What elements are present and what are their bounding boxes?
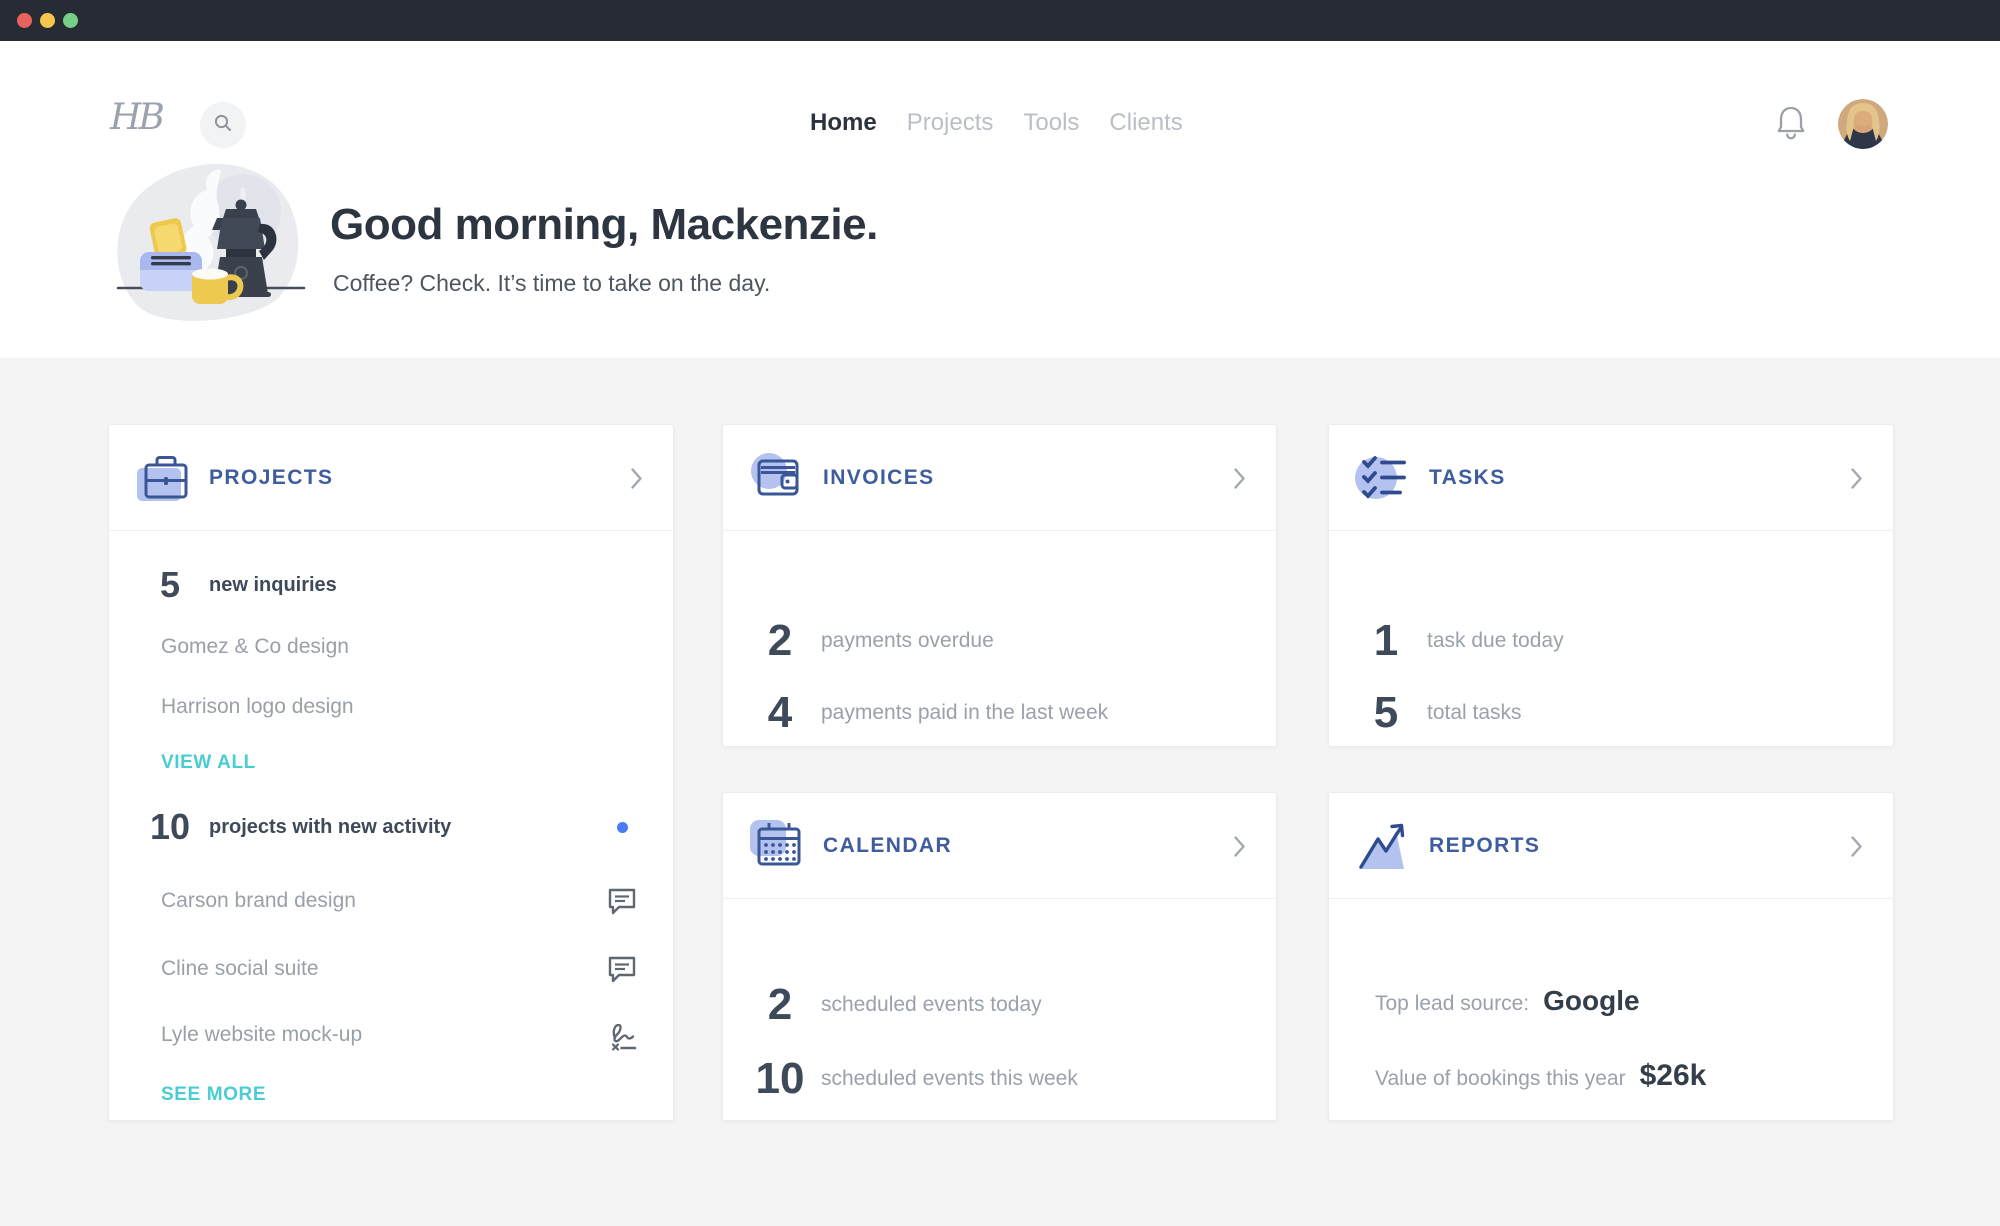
- stat-label: scheduled events today: [821, 981, 1042, 1029]
- stat-label: payments overdue: [821, 617, 994, 665]
- nav-item-home[interactable]: Home: [810, 109, 877, 137]
- projects-card: PROJECTS 5 new inquiries Gomez & Co desi…: [108, 424, 674, 1121]
- chevron-right-icon[interactable]: [1233, 835, 1246, 863]
- report-label: Top lead source:: [1375, 992, 1529, 1016]
- tasks-card: TASKS 1 task due today 5 total tasks: [1328, 424, 1894, 747]
- inquiry-project-name[interactable]: Gomez & Co design: [161, 627, 349, 667]
- greeting-title: Good morning, Mackenzie.: [330, 200, 878, 250]
- main-nav: Home Projects Tools Clients: [810, 109, 1183, 137]
- new-inquiries-stat: 5 new inquiries: [109, 565, 673, 605]
- chevron-right-icon[interactable]: [630, 467, 643, 495]
- greeting-subtitle: Coffee? Check. It’s time to take on the …: [333, 270, 770, 297]
- invoices-stat-row: 2 payments overdue: [723, 617, 1276, 665]
- dashboard-page: HB Home Projects Tools Clients: [0, 0, 2000, 1226]
- minimize-window-button[interactable]: [40, 13, 55, 28]
- new-activity-dot: [617, 822, 628, 833]
- activity-stat: 10 projects with new activity: [109, 807, 673, 847]
- activity-count: 10: [139, 807, 201, 847]
- invoices-card: INVOICES 2 payments overdue 4 payments p…: [722, 424, 1277, 747]
- invoices-stat-row: 4 payments paid in the last week: [723, 689, 1276, 737]
- honeybook-logo[interactable]: HB: [110, 97, 162, 138]
- reports-card-header[interactable]: REPORTS: [1329, 793, 1893, 899]
- tasks-stat-row: 5 total tasks: [1329, 689, 1893, 737]
- signature-icon: [607, 1021, 639, 1058]
- calendar-stat-row: 2 scheduled events today: [723, 981, 1276, 1029]
- nav-item-projects[interactable]: Projects: [907, 109, 994, 137]
- tasks-card-title: TASKS: [1429, 425, 1506, 531]
- stat-count: 2: [747, 618, 813, 664]
- chevron-right-icon[interactable]: [1850, 835, 1863, 863]
- zoom-window-button[interactable]: [63, 13, 78, 28]
- invoices-card-header[interactable]: INVOICES: [723, 425, 1276, 531]
- activity-project-name[interactable]: Cline social suite: [161, 949, 319, 989]
- stat-count: 5: [1353, 690, 1419, 736]
- nav-item-tools[interactable]: Tools: [1023, 109, 1079, 137]
- report-value: Google: [1543, 985, 1639, 1017]
- stat-label: payments paid in the last week: [821, 689, 1108, 737]
- reports-card-title: REPORTS: [1429, 793, 1540, 899]
- inquiries-label: new inquiries: [209, 565, 337, 605]
- reports-stat-row: Value of bookings this year $26k: [1375, 1059, 1706, 1103]
- calendar-card: CALENDAR 2 scheduled events today 10 sch…: [722, 792, 1277, 1121]
- inquiries-count: 5: [139, 565, 201, 605]
- inquiry-project-name[interactable]: Harrison logo design: [161, 687, 354, 727]
- calendar-card-header[interactable]: CALENDAR: [723, 793, 1276, 899]
- coffee-illustration: [108, 146, 313, 337]
- search-icon: [213, 113, 233, 138]
- comment-icon: [607, 887, 637, 920]
- activity-project-name[interactable]: Lyle website mock-up: [161, 1015, 362, 1055]
- report-value: $26k: [1640, 1059, 1707, 1093]
- chevron-right-icon[interactable]: [1850, 467, 1863, 495]
- activity-label: projects with new activity: [209, 807, 451, 847]
- close-window-button[interactable]: [17, 13, 32, 28]
- nav-item-clients[interactable]: Clients: [1109, 109, 1182, 137]
- see-more-row: SEE MORE: [109, 1075, 673, 1115]
- comment-icon: [607, 955, 637, 988]
- stat-count: 2: [747, 982, 813, 1028]
- see-more-link[interactable]: SEE MORE: [161, 1075, 266, 1115]
- top-navigation-bar: HB Home Projects Tools Clients: [0, 41, 2000, 131]
- chevron-right-icon[interactable]: [1233, 467, 1246, 495]
- report-label: Value of bookings this year: [1375, 1067, 1626, 1091]
- user-avatar[interactable]: [1838, 99, 1888, 149]
- calendar-stat-row: 10 scheduled events this week: [723, 1055, 1276, 1103]
- calendar-icon: [749, 817, 807, 875]
- search-button[interactable]: [200, 102, 246, 148]
- stat-count: 1: [1353, 618, 1419, 664]
- list-item[interactable]: Carson brand design: [109, 881, 673, 921]
- tasks-card-header[interactable]: TASKS: [1329, 425, 1893, 531]
- calendar-card-title: CALENDAR: [823, 793, 952, 899]
- list-item[interactable]: Lyle website mock-up: [109, 1015, 673, 1055]
- list-item[interactable]: Harrison logo design: [109, 687, 673, 727]
- reports-stat-row: Top lead source: Google: [1375, 985, 1640, 1029]
- list-item[interactable]: Gomez & Co design: [109, 627, 673, 667]
- window-titlebar: [0, 0, 2000, 41]
- checklist-icon: [1355, 449, 1413, 507]
- projects-card-header[interactable]: PROJECTS: [109, 425, 673, 531]
- projects-card-title: PROJECTS: [209, 425, 333, 531]
- stat-label: scheduled events this week: [821, 1055, 1078, 1103]
- notifications-bell-icon[interactable]: [1776, 103, 1806, 146]
- stat-label: total tasks: [1427, 689, 1522, 737]
- stat-count: 10: [747, 1056, 813, 1102]
- invoices-card-title: INVOICES: [823, 425, 935, 531]
- reports-card: REPORTS Top lead source: Google Value of…: [1328, 792, 1894, 1121]
- stat-label: task due today: [1427, 617, 1564, 665]
- list-item[interactable]: Cline social suite: [109, 949, 673, 989]
- view-all-link[interactable]: VIEW ALL: [161, 743, 256, 783]
- wallet-icon: [749, 449, 807, 507]
- briefcase-icon: [135, 449, 193, 507]
- view-all-row: VIEW ALL: [109, 743, 673, 783]
- chart-growth-icon: [1355, 817, 1413, 875]
- activity-project-name[interactable]: Carson brand design: [161, 881, 356, 921]
- tasks-stat-row: 1 task due today: [1329, 617, 1893, 665]
- stat-count: 4: [747, 690, 813, 736]
